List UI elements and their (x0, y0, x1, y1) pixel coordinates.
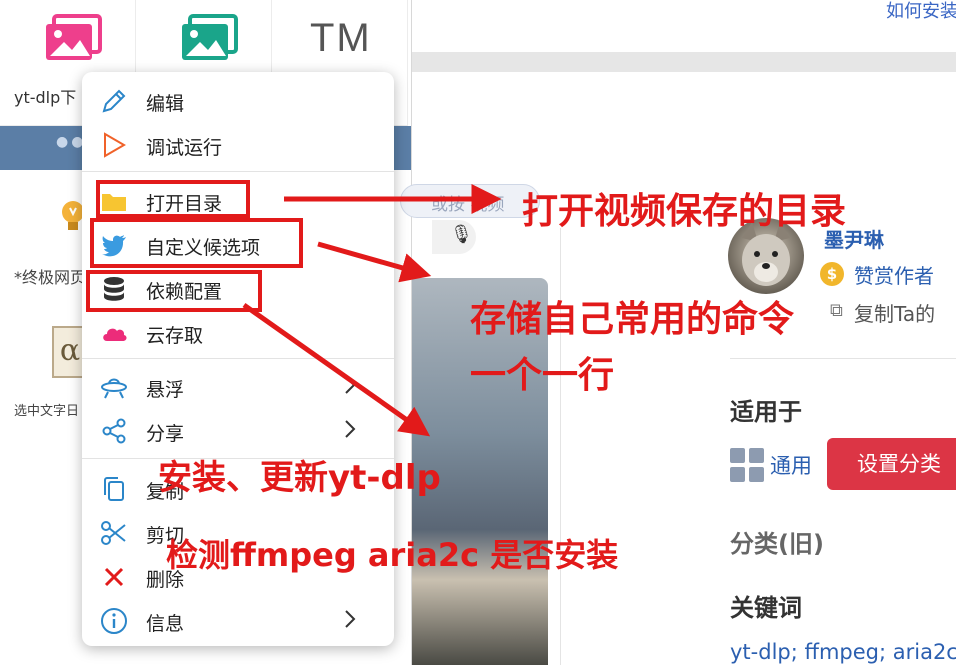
annotation-custom-options-line1: 存储自己常用的命令 (470, 299, 795, 340)
annotation-open-dir: 打开视频保存的目录 (522, 191, 847, 232)
arrow-dependency-config (242, 302, 431, 437)
annotation-deps-line2: 检测ffmpeg aria2c 是否安装 (166, 536, 619, 574)
annotation-deps-line1: 安装、更新yt-dlp (158, 458, 441, 498)
arrow-custom-options (317, 241, 432, 283)
annotation-custom-options-line2: 一个一行 (470, 355, 615, 396)
